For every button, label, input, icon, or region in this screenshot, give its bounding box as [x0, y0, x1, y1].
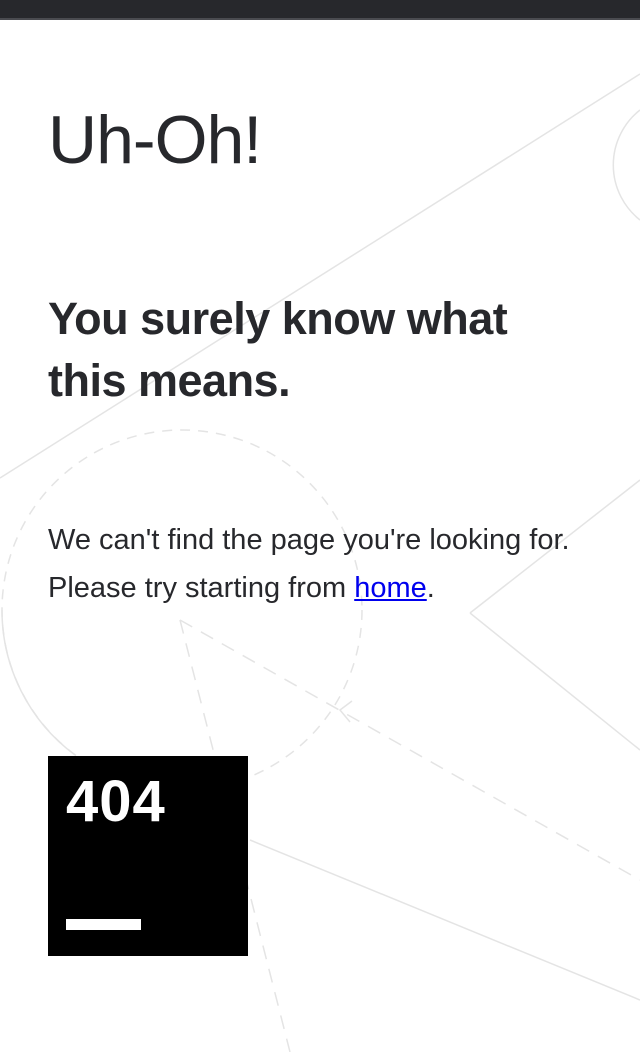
decor-line	[469, 612, 640, 751]
home-link[interactable]: home	[354, 572, 427, 604]
top-bar	[0, 0, 640, 20]
decor-arc	[1, 609, 76, 756]
badge-underscore-bar	[66, 919, 141, 930]
decor-dashed-line	[179, 619, 640, 881]
decor-line	[249, 839, 640, 1001]
page-subtitle: You surely know what this means.	[48, 293, 508, 406]
message-text: We can't find the page you're looking fo…	[48, 524, 570, 604]
message-punctuation: .	[426, 572, 435, 604]
page-title: Uh-Oh!	[48, 102, 262, 178]
error-code-badge: 404	[48, 756, 248, 956]
decor-arrowhead	[338, 700, 353, 723]
decor-arc	[612, 109, 640, 221]
error-message: We can't find the page you're looking fo…	[48, 516, 608, 612]
error-code: 404	[66, 769, 166, 834]
